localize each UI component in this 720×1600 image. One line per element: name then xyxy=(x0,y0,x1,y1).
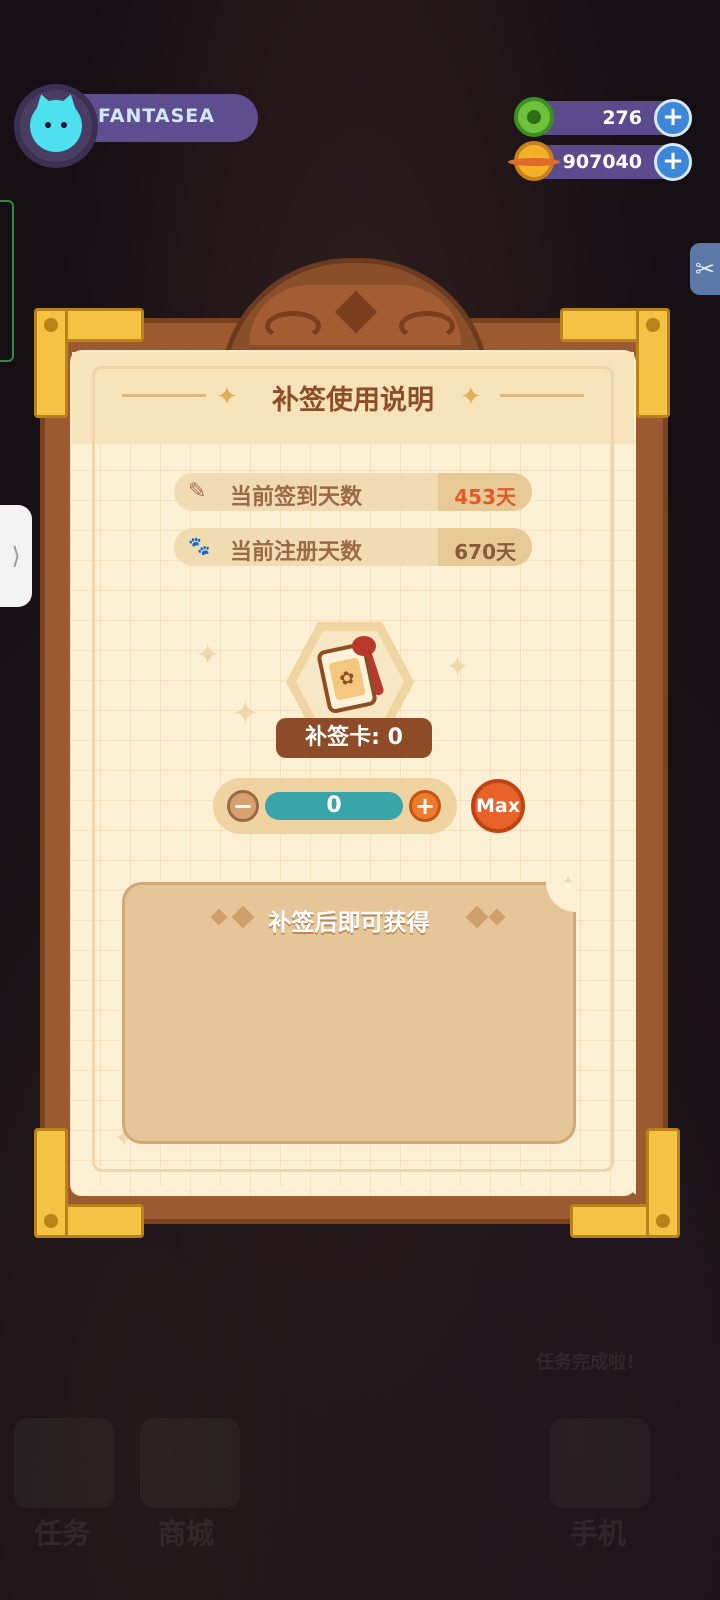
gold-planet-icon xyxy=(508,141,560,181)
quantity-value[interactable]: 0 xyxy=(265,792,403,820)
clip-icon[interactable]: ✂ xyxy=(690,243,720,295)
checkin-days-value: 453天 xyxy=(454,485,516,509)
avatar-frame[interactable] xyxy=(14,84,98,168)
corner-bottom-right xyxy=(570,1128,680,1238)
register-days-row: 🐾 当前注册天数 670天 xyxy=(174,528,532,566)
bg-label-phone: 手机 xyxy=(570,1517,627,1550)
add-gem-button[interactable]: + xyxy=(654,99,692,137)
checkin-days-row: ✎ 当前签到天数 453天 xyxy=(174,473,532,511)
quantity-stepper: − 0 + xyxy=(213,778,457,834)
reward-title: 补签后即可获得 xyxy=(268,910,430,936)
decrease-button[interactable]: − xyxy=(227,790,259,822)
corner-top-left xyxy=(34,308,144,418)
gem-count: 276 xyxy=(602,107,642,129)
register-days-value: 670天 xyxy=(454,540,516,564)
green-gem-icon xyxy=(514,97,554,137)
bg-nav-slot xyxy=(140,1418,240,1508)
side-expand-tab[interactable]: ⟩ xyxy=(0,505,32,607)
pencil-icon: ✎ xyxy=(188,479,207,504)
paw-icon: 🐾 xyxy=(188,536,211,557)
bg-label-shop: 商城 xyxy=(158,1517,215,1550)
coin-count: 907040 xyxy=(562,151,642,173)
currency-gem-bar: 276 + xyxy=(514,97,692,137)
currency-coin-bar: 907040 + xyxy=(508,141,692,181)
bg-nav-slot xyxy=(14,1418,114,1508)
sparkle-icon: ✦ xyxy=(446,650,470,683)
increase-button[interactable]: + xyxy=(409,790,441,822)
bg-label-task: 任务 xyxy=(34,1517,91,1550)
bg-nav-slot xyxy=(550,1418,650,1508)
left-edge-panel xyxy=(0,200,14,362)
makeup-card-count: 补签卡: 0 xyxy=(276,718,432,758)
max-button[interactable]: Max xyxy=(471,779,525,833)
reward-panel: 补签后即可获得 xyxy=(122,882,576,1144)
cat-avatar-icon xyxy=(30,91,82,152)
add-coin-button[interactable]: + xyxy=(654,143,692,181)
paper-scallop-edge xyxy=(70,1186,636,1206)
checkin-days-label: 当前签到天数 xyxy=(230,485,363,510)
card-knot xyxy=(352,636,376,656)
corner-top-right xyxy=(560,308,670,418)
bg-label-task-done: 任务完成啦！ xyxy=(536,1352,644,1373)
dialog-title: 补签使用说明 xyxy=(272,385,434,416)
player-name: FANTASEA xyxy=(98,105,215,127)
sparkle-icon: ✦ xyxy=(196,638,220,671)
register-days-label: 当前注册天数 xyxy=(230,540,363,565)
sparkle-icon: ✦ xyxy=(232,694,259,732)
